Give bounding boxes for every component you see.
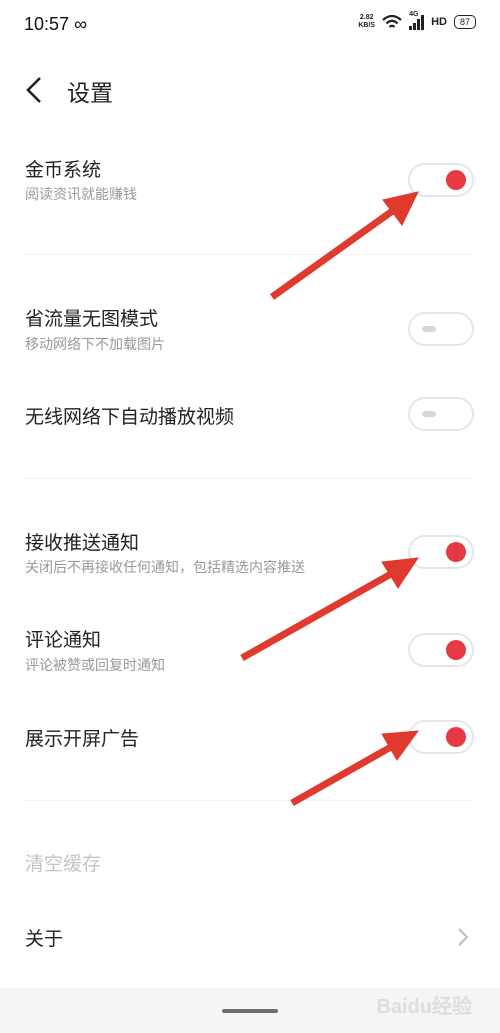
infinity-icon: ∞ (74, 14, 87, 34)
signal-icon: 4G (409, 11, 425, 30)
setting-subtitle-push: 关闭后不再接收任何通知，包括精选内容推送 (25, 560, 305, 576)
setting-label-data-saver: 省流量无图模式 (25, 308, 159, 330)
clock: 10:57 (24, 14, 70, 34)
toggle-knob (446, 727, 466, 747)
net-speed-value: 2.82 (359, 14, 374, 21)
arrow-push (240, 566, 400, 662)
about-item[interactable]: 关于 (25, 924, 63, 951)
wifi-icon (382, 14, 402, 28)
status-time: 10:57 ∞ (24, 14, 87, 35)
toggle-coins[interactable] (408, 163, 474, 197)
back-icon[interactable] (24, 76, 44, 104)
divider (25, 254, 473, 255)
toggle-data-saver[interactable] (408, 312, 474, 346)
chevron-right-icon (458, 928, 469, 946)
clear-cache-button[interactable]: 清空缓存 (25, 849, 101, 876)
setting-label-coins: 金币系统 (25, 159, 102, 181)
home-indicator[interactable] (222, 1009, 278, 1013)
setting-subtitle-coins: 阅读资讯就能赚钱 (25, 187, 137, 203)
divider (25, 800, 473, 801)
toggle-splash-ad[interactable] (408, 720, 474, 754)
arrow-splash-ad (290, 739, 400, 807)
battery-icon: 87 (453, 15, 476, 29)
setting-label-comment: 评论通知 (25, 629, 102, 651)
toggle-knob (446, 542, 466, 562)
toggle-autoplay[interactable] (408, 397, 474, 431)
status-icons: 2.82 KB/S 4G HD 87 (358, 11, 476, 30)
page-title: 设置 (67, 81, 113, 107)
toggle-knob (446, 170, 466, 190)
setting-subtitle-data-saver: 移动网络下不加载图片 (25, 337, 165, 353)
setting-label-autoplay: 无线网络下自动播放视频 (25, 406, 235, 428)
setting-subtitle-comment: 评论被赞或回复时通知 (25, 658, 165, 674)
setting-label-splash-ad: 展示开屏广告 (25, 728, 140, 750)
network-type: 4G (409, 11, 419, 18)
toggle-comment[interactable] (408, 633, 474, 667)
net-speed: 2.82 KB/S (358, 14, 375, 30)
toggle-push[interactable] (408, 535, 474, 569)
watermark: Baidu经验 (376, 996, 472, 1018)
hd-icon: HD (431, 16, 447, 28)
divider (25, 478, 473, 479)
toggle-knob (422, 326, 436, 332)
setting-label-push: 接收推送通知 (25, 532, 140, 554)
toggle-knob (446, 640, 466, 660)
arrow-coins (269, 204, 401, 300)
net-speed-unit: KB/S (358, 22, 376, 29)
arrowhead (382, 191, 419, 226)
toggle-knob (422, 411, 436, 417)
